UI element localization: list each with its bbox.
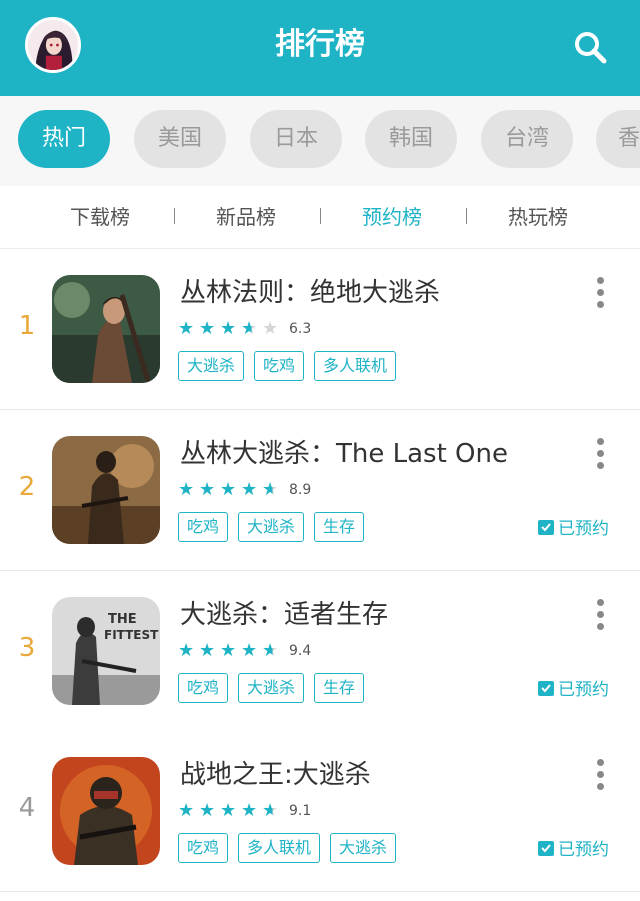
game-title[interactable]: 丛林大逃杀：The Last One xyxy=(180,436,508,472)
reserved-label: 已预约 xyxy=(558,519,609,539)
tag-list: 吃鸡 多人联机 大逃杀 xyxy=(178,833,406,863)
game-icon[interactable]: THE FITTEST xyxy=(52,597,160,705)
region-pill-hot[interactable]: 热门 xyxy=(18,110,110,168)
region-pill-japan[interactable]: 日本 xyxy=(250,110,342,168)
star-half-icon: ★ xyxy=(241,319,262,339)
star-half-icon: ★ xyxy=(262,801,283,821)
check-badge-icon xyxy=(538,519,554,535)
tab-new[interactable]: 新品榜 xyxy=(186,186,306,248)
star-half-icon: ★ xyxy=(262,480,283,500)
star-icon: ★ xyxy=(220,640,237,661)
reserved-label: 已预约 xyxy=(558,680,609,700)
tag[interactable]: 多人联机 xyxy=(238,833,321,863)
tab-divider xyxy=(174,208,175,224)
rank-number: 1 xyxy=(18,311,36,341)
tag[interactable]: 大逃杀 xyxy=(330,833,397,863)
tab-downloads[interactable]: 下载榜 xyxy=(40,186,160,248)
region-filter-bar: 热门 美国 日本 韩国 台湾 香 xyxy=(0,96,640,186)
reserved-status[interactable]: 已预约 xyxy=(538,835,609,860)
tag-list: 吃鸡 大逃杀 生存 xyxy=(178,673,374,703)
star-icon: ★ xyxy=(178,640,195,661)
star-icon: ★ xyxy=(199,479,216,500)
tab-hot-play[interactable]: 热玩榜 xyxy=(478,186,598,248)
tab-divider xyxy=(466,208,467,224)
more-options-icon[interactable] xyxy=(594,599,606,633)
game-art: THE FITTEST xyxy=(52,597,160,705)
svg-text:FITTEST: FITTEST xyxy=(104,628,159,642)
ranking-tabs: 下载榜 新品榜 预约榜 热玩榜 xyxy=(0,186,640,249)
game-row[interactable]: 1 丛林法则：绝地大逃杀 ★ ★ ★ ★ ★ 6.3 大逃杀 吃鸡 多人联机 xyxy=(0,249,640,410)
tag-list: 吃鸡 大逃杀 生存 xyxy=(178,512,374,542)
star-icon: ★ xyxy=(220,800,237,821)
game-row[interactable]: 4 战地之王:大逃杀 ★ ★ ★ ★ ★ 9.1 吃鸡 多人联机 大逃杀 已预约 xyxy=(0,731,640,892)
tag[interactable]: 多人联机 xyxy=(314,351,397,381)
tab-preorder[interactable]: 预约榜 xyxy=(332,186,452,248)
more-options-icon[interactable] xyxy=(594,759,606,793)
reserved-status[interactable]: 已预约 xyxy=(538,514,609,539)
rating-score: 9.1 xyxy=(289,803,312,819)
game-icon[interactable] xyxy=(52,757,160,865)
star-icon: ★ xyxy=(241,479,258,500)
tag[interactable]: 大逃杀 xyxy=(178,351,245,381)
star-icon: ★ xyxy=(220,318,237,339)
rating-stars: ★ ★ ★ ★ ★ 8.9 xyxy=(178,480,311,500)
tag[interactable]: 吃鸡 xyxy=(178,833,229,863)
rating-stars: ★ ★ ★ ★ ★ 6.3 xyxy=(178,319,311,339)
reserved-label: 已预约 xyxy=(558,840,609,860)
star-icon: ★ xyxy=(241,640,258,661)
rating-score: 9.4 xyxy=(289,643,312,659)
game-row[interactable]: 2 丛林大逃杀：The Last One ★ ★ ★ ★ ★ 8.9 吃鸡 大逃… xyxy=(0,410,640,571)
tag-list: 大逃杀 吃鸡 多人联机 xyxy=(178,351,406,381)
game-icon[interactable] xyxy=(52,436,160,544)
tag[interactable]: 吃鸡 xyxy=(254,351,305,381)
star-half-icon: ★ xyxy=(262,641,283,661)
game-art xyxy=(52,275,160,383)
star-icon: ★ xyxy=(241,800,258,821)
game-art xyxy=(52,436,160,544)
page-title: 排行榜 xyxy=(275,27,365,62)
tag[interactable]: 吃鸡 xyxy=(178,512,229,542)
search-icon[interactable] xyxy=(568,25,612,69)
star-icon: ★ xyxy=(178,800,195,821)
tag[interactable]: 吃鸡 xyxy=(178,673,229,703)
star-icon: ★ xyxy=(220,479,237,500)
tag[interactable]: 大逃杀 xyxy=(238,673,305,703)
rank-number: 2 xyxy=(18,472,36,502)
star-icon: ★ xyxy=(199,800,216,821)
check-badge-icon xyxy=(538,680,554,696)
region-pill-hongkong[interactable]: 香 xyxy=(596,110,640,168)
game-title[interactable]: 大逃杀：适者生存 xyxy=(180,597,388,633)
more-options-icon[interactable] xyxy=(594,438,606,472)
rating-stars: ★ ★ ★ ★ ★ 9.1 xyxy=(178,801,311,821)
tag[interactable]: 生存 xyxy=(314,673,365,703)
app-header: 排行榜 xyxy=(0,0,640,96)
svg-text:THE: THE xyxy=(108,612,137,627)
rating-score: 8.9 xyxy=(289,482,312,498)
game-title[interactable]: 丛林法则：绝地大逃杀 xyxy=(180,275,440,311)
game-icon[interactable] xyxy=(52,275,160,383)
game-title[interactable]: 战地之王:大逃杀 xyxy=(180,757,371,793)
rating-stars: ★ ★ ★ ★ ★ 9.4 xyxy=(178,641,311,661)
star-icon: ★ xyxy=(199,640,216,661)
star-icon: ★ xyxy=(199,318,216,339)
star-empty-icon: ★ xyxy=(262,318,279,339)
region-pill-taiwan[interactable]: 台湾 xyxy=(481,110,573,168)
rating-score: 6.3 xyxy=(289,321,312,337)
reserved-status[interactable]: 已预约 xyxy=(538,675,609,700)
rank-number: 4 xyxy=(18,793,36,823)
region-pill-korea[interactable]: 韩国 xyxy=(365,110,457,168)
check-badge-icon xyxy=(538,840,554,856)
more-options-icon[interactable] xyxy=(594,277,606,311)
tag[interactable]: 大逃杀 xyxy=(238,512,305,542)
region-pill-us[interactable]: 美国 xyxy=(134,110,226,168)
tab-divider xyxy=(320,208,321,224)
game-art xyxy=(52,757,160,865)
tag[interactable]: 生存 xyxy=(314,512,365,542)
game-row[interactable]: 3 THE FITTEST 大逃杀：适者生存 ★ ★ ★ ★ ★ 9.4 吃鸡 … xyxy=(0,571,640,732)
star-icon: ★ xyxy=(178,479,195,500)
rank-number: 3 xyxy=(18,633,36,663)
star-icon: ★ xyxy=(178,318,195,339)
